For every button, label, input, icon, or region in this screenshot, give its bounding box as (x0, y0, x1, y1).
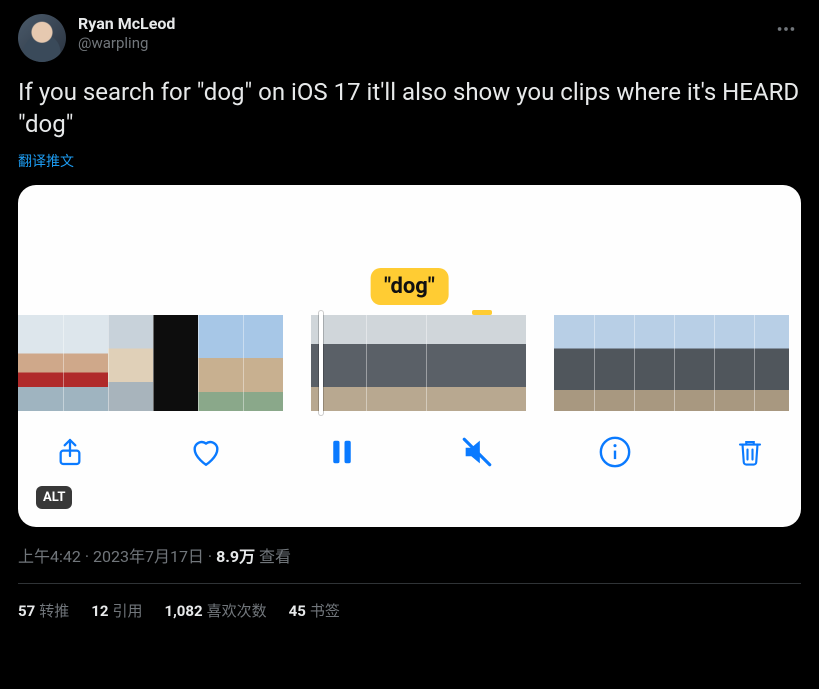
clip-3[interactable] (554, 315, 789, 411)
thumbnail (311, 315, 366, 411)
info-icon (598, 435, 632, 469)
thumbnail (634, 315, 674, 411)
author-names[interactable]: Ryan McLeod @warpling (78, 14, 175, 53)
pause-icon (327, 435, 357, 469)
media-toolbar (18, 411, 801, 469)
more-icon (775, 18, 797, 40)
translate-link[interactable]: 翻译推文 (18, 151, 74, 171)
mute-icon (460, 435, 494, 469)
media-preview-top: "dog" (18, 185, 801, 315)
clip-2-active[interactable] (311, 315, 526, 411)
stat-retweets[interactable]: 57转推 (18, 600, 69, 621)
avatar[interactable] (18, 14, 66, 62)
share-button[interactable] (54, 435, 86, 469)
views-label: 查看 (255, 547, 291, 566)
display-name: Ryan McLeod (78, 14, 175, 34)
heart-icon (189, 435, 223, 469)
info-button[interactable] (598, 435, 632, 469)
tweet-text: If you search for "dog" on iOS 17 it'll … (18, 76, 801, 141)
thumbnail (754, 315, 789, 411)
alt-badge[interactable]: ALT (36, 486, 72, 509)
thumbnail (714, 315, 754, 411)
like-button[interactable] (189, 435, 223, 469)
tweet-meta: 上午4:42 · 2023年7月17日 · 8.9万 查看 (18, 543, 801, 584)
tweet-stats: 57转推 12引用 1,082喜欢次数 45书签 (18, 584, 801, 637)
share-icon (54, 435, 86, 469)
thumbnail (554, 315, 594, 411)
thumbnail (108, 315, 153, 411)
thumbnail (198, 315, 243, 411)
stat-quotes[interactable]: 12引用 (91, 600, 142, 621)
mute-button[interactable] (460, 435, 494, 469)
tweet-date[interactable]: 2023年7月17日 (93, 547, 204, 566)
tweet-container: Ryan McLeod @warpling If you search for … (0, 0, 819, 637)
media-card[interactable]: "dog" (18, 185, 801, 527)
stat-likes[interactable]: 1,082喜欢次数 (164, 600, 266, 621)
thumbnail (366, 315, 426, 411)
clip-1[interactable] (18, 315, 283, 411)
thumbnail (63, 315, 108, 411)
thumbnail (243, 315, 283, 411)
delete-button[interactable] (735, 435, 765, 469)
views-count: 8.9万 (216, 547, 255, 566)
handle: @warpling (78, 34, 175, 53)
thumbnail (426, 315, 526, 411)
caption-bubble: "dog" (370, 268, 449, 305)
more-button[interactable] (771, 14, 801, 44)
thumbnail (18, 315, 63, 411)
thumbnail (674, 315, 714, 411)
stat-bookmarks[interactable]: 45书签 (289, 600, 340, 621)
tweet-time[interactable]: 上午4:42 (18, 547, 81, 566)
pause-button[interactable] (327, 435, 357, 469)
tweet-header: Ryan McLeod @warpling (18, 14, 801, 62)
thumbnail (594, 315, 634, 411)
trash-icon (735, 435, 765, 469)
video-filmstrip[interactable] (18, 315, 801, 411)
thumbnail (153, 315, 198, 411)
